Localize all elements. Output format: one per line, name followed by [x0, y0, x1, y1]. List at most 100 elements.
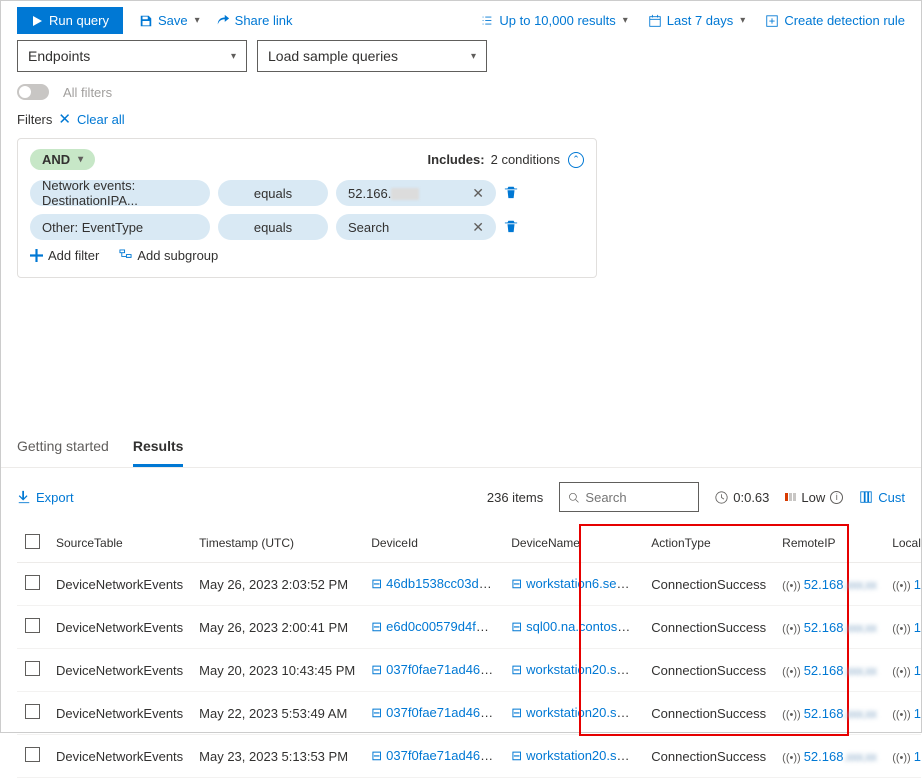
redacted-text: .xxx.xx [843, 620, 876, 635]
remoteip-link[interactable]: 52.168 [804, 663, 844, 678]
network-icon: ((•)) [892, 709, 911, 721]
condition-field[interactable]: Other: EventType [30, 214, 210, 240]
sample-queries-dropdown[interactable]: Load sample queries ▾ [257, 40, 487, 72]
row-checkbox[interactable] [25, 618, 40, 633]
cell-localip: ((•))192.168 [884, 563, 921, 606]
all-filters-toggle[interactable] [17, 84, 49, 100]
filter-group: AND ▾ Includes: 2 conditions ⌃ Network e… [17, 138, 597, 278]
row-checkbox[interactable] [25, 747, 40, 762]
info-icon[interactable]: i [830, 491, 843, 504]
column-header-remoteip[interactable]: RemoteIP [774, 524, 884, 563]
localip-link[interactable]: 10.1.5.1 [914, 620, 921, 635]
cell-devicename: ⊟ workstation20.seccxp... [503, 735, 643, 778]
results-limit-dropdown[interactable]: Up to 10,000 results ▾ [480, 13, 627, 28]
devicename-link[interactable]: sql00.na.contosohote... [526, 619, 643, 634]
condition-field[interactable]: Network events: DestinationIPA... [30, 180, 210, 206]
column-header-localip[interactable]: LocalIP [884, 524, 921, 563]
redacted-text: .xxx.xx [843, 749, 876, 764]
run-query-button[interactable]: Run query [17, 7, 123, 34]
search-input-wrapper[interactable] [559, 482, 699, 512]
and-label: AND [42, 152, 70, 167]
column-header-devicename[interactable]: DeviceName [503, 524, 643, 563]
deviceid-link[interactable]: 46db1538cc03d01ed... [386, 576, 503, 591]
localip-link[interactable]: 192.168 [914, 706, 921, 721]
delete-condition-icon[interactable] [504, 185, 518, 202]
localip-link[interactable]: 192.168 [914, 577, 921, 592]
deviceid-link[interactable]: 037f0fae71ad4661e3... [386, 662, 503, 677]
add-filter-button[interactable]: Add filter [30, 248, 99, 263]
table-row[interactable]: DeviceNetworkEventsMay 26, 2023 2:00:41 … [17, 606, 921, 649]
network-icon: ((•)) [892, 666, 911, 678]
save-button[interactable]: Save ▾ [139, 13, 200, 28]
condition-value[interactable]: Search ✕ [336, 214, 496, 240]
query-timing: 0:0.63 [715, 490, 769, 505]
condition-operator[interactable]: equals [218, 214, 328, 240]
save-label: Save [158, 13, 188, 28]
condition-value[interactable]: 52.166. ✕ [336, 180, 496, 206]
deviceid-link[interactable]: e6d0c00579d4f51ee1... [386, 619, 503, 634]
table-row[interactable]: DeviceNetworkEventsMay 26, 2023 2:03:52 … [17, 563, 921, 606]
column-header-deviceid[interactable]: DeviceId [363, 524, 503, 563]
plus-icon [30, 249, 43, 262]
cell-actiontype: ConnectionSuccess [643, 563, 774, 606]
clear-all-link[interactable]: Clear all [77, 112, 125, 127]
column-header-sourcetable[interactable]: SourceTable [48, 524, 191, 563]
devicename-link[interactable]: workstation20.seccxp... [526, 705, 643, 720]
share-link-button[interactable]: Share link [216, 13, 293, 28]
remoteip-link[interactable]: 52.168 [804, 706, 844, 721]
table-row[interactable]: DeviceNetworkEventsMay 23, 2023 5:13:53 … [17, 735, 921, 778]
localip-link[interactable]: 192.168 [914, 749, 921, 764]
results-table: SourceTable Timestamp (UTC) DeviceId Dev… [17, 524, 921, 778]
delete-condition-icon[interactable] [504, 219, 518, 236]
export-button[interactable]: Export [17, 490, 74, 505]
network-icon: ((•)) [892, 752, 911, 764]
row-checkbox[interactable] [25, 704, 40, 719]
columns-icon [859, 490, 873, 504]
column-header-actiontype[interactable]: ActionType [643, 524, 774, 563]
device-icon: ⊟ [371, 662, 382, 677]
collapse-icon[interactable]: ⌃ [568, 152, 584, 168]
table-row[interactable]: DeviceNetworkEventsMay 20, 2023 10:43:45… [17, 649, 921, 692]
remoteip-link[interactable]: 52.168 [804, 749, 844, 764]
cell-deviceid: ⊟037f0fae71ad4661e3... [363, 692, 503, 735]
cell-sourcetable: DeviceNetworkEvents [48, 692, 191, 735]
customize-columns-button[interactable]: Cust [859, 490, 905, 505]
remoteip-link[interactable]: 52.168 [804, 620, 844, 635]
search-input[interactable] [585, 490, 690, 505]
devicename-link[interactable]: workstation20.seccxp... [526, 662, 643, 677]
tab-results[interactable]: Results [133, 428, 184, 467]
device-icon: ⊟ [511, 619, 522, 634]
add-subgroup-button[interactable]: Add subgroup [119, 248, 218, 263]
play-icon [31, 15, 43, 27]
row-checkbox[interactable] [25, 661, 40, 676]
clear-value-icon[interactable]: ✕ [472, 185, 484, 202]
clear-value-icon[interactable]: ✕ [472, 219, 484, 236]
redacted-text: .xxx.xx [843, 663, 876, 678]
devicename-link[interactable]: workstation20.seccxp... [526, 748, 643, 763]
endpoints-dropdown[interactable]: Endpoints ▾ [17, 40, 247, 72]
clock-icon [715, 491, 728, 504]
cell-timestamp: May 26, 2023 2:03:52 PM [191, 563, 363, 606]
create-detection-button[interactable]: Create detection rule [765, 13, 905, 28]
endpoints-label: Endpoints [28, 48, 90, 64]
cell-actiontype: ConnectionSuccess [643, 735, 774, 778]
select-all-checkbox[interactable] [25, 534, 40, 549]
column-header-timestamp[interactable]: Timestamp (UTC) [191, 524, 363, 563]
deviceid-link[interactable]: 037f0fae71ad4661e3... [386, 748, 503, 763]
remoteip-link[interactable]: 52.168 [804, 577, 844, 592]
condition-operator[interactable]: equals [218, 180, 328, 206]
cell-sourcetable: DeviceNetworkEvents [48, 563, 191, 606]
device-icon: ⊟ [511, 748, 522, 763]
create-detection-label: Create detection rule [784, 13, 905, 28]
and-operator-pill[interactable]: AND ▾ [30, 149, 95, 170]
deviceid-link[interactable]: 037f0fae71ad4661e3... [386, 705, 503, 720]
cell-remoteip: ((•))52.168.xxx.xx [774, 649, 884, 692]
localip-link[interactable]: 192.168 [914, 663, 921, 678]
time-range-dropdown[interactable]: Last 7 days ▾ [648, 13, 746, 28]
row-checkbox[interactable] [25, 575, 40, 590]
add-subgroup-label: Add subgroup [137, 248, 218, 263]
table-row[interactable]: DeviceNetworkEventsMay 22, 2023 5:53:49 … [17, 692, 921, 735]
network-icon: ((•)) [892, 623, 911, 635]
tab-getting-started[interactable]: Getting started [17, 428, 109, 467]
devicename-link[interactable]: workstation6.seccxp... [526, 576, 643, 591]
